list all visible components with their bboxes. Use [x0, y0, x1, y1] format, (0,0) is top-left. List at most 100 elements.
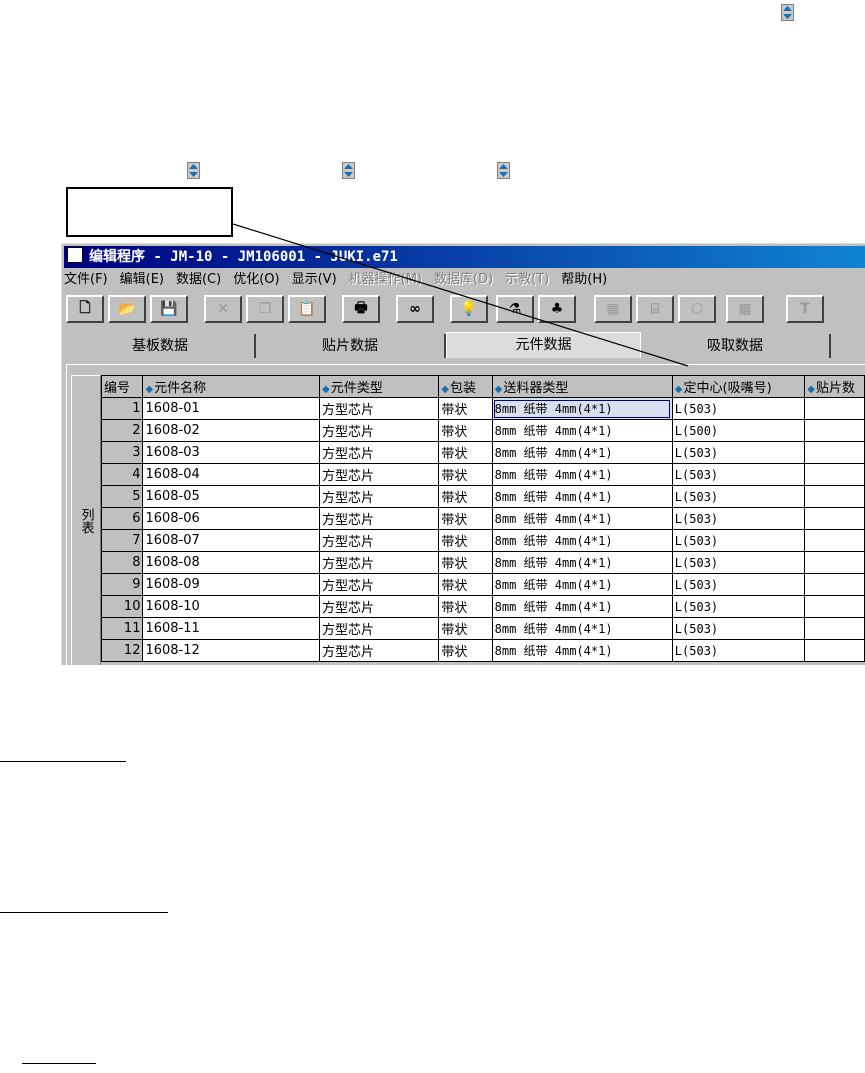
- table-row[interactable]: 4 1608-04 方型芯片 带状 8mm 纸带 4mm(4*1) L(503): [100, 463, 865, 486]
- table-cell[interactable]: 1608-08: [142, 551, 320, 574]
- table-cell[interactable]: 带状: [438, 529, 493, 552]
- table-cell[interactable]: 6: [100, 507, 144, 530]
- table-cell[interactable]: L(503): [671, 507, 806, 530]
- table-cell[interactable]: 12: [100, 639, 144, 662]
- table-row[interactable]: 8 1608-08 方型芯片 带状 8mm 纸带 4mm(4*1) L(503): [100, 551, 865, 574]
- table-cell[interactable]: 9: [100, 573, 144, 596]
- table-cell[interactable]: 2: [100, 419, 144, 442]
- table-cell[interactable]: 方型芯片: [318, 617, 440, 640]
- tab[interactable]: 元件数据: [446, 332, 641, 358]
- table-cell[interactable]: 带状: [438, 397, 493, 420]
- table-cell[interactable]: 带状: [438, 551, 493, 574]
- column-header[interactable]: ◆送料器类型: [491, 375, 673, 398]
- table-cell[interactable]: L(503): [671, 551, 806, 574]
- column-header[interactable]: ◆包装: [438, 375, 493, 398]
- table-row[interactable]: 2 1608-02 方型芯片 带状 8mm 纸带 4mm(4*1) L(500): [100, 419, 865, 442]
- table-cell[interactable]: 方型芯片: [318, 507, 440, 530]
- table-cell[interactable]: 8mm 纸带 4mm(4*1): [491, 639, 673, 662]
- table-cell[interactable]: L(503): [671, 463, 806, 486]
- text-button[interactable]: T: [786, 295, 824, 323]
- table-cell[interactable]: [804, 595, 865, 618]
- tab[interactable]: 贴片数据: [256, 334, 446, 358]
- table-cell[interactable]: 1608-10: [142, 595, 320, 618]
- table-cell[interactable]: 8mm 纸带 4mm(4*1): [491, 397, 673, 420]
- table-cell[interactable]: 带状: [438, 419, 493, 442]
- table-cell[interactable]: 1608-12: [142, 639, 320, 662]
- table-cell[interactable]: 方型芯片: [318, 551, 440, 574]
- table-cell[interactable]: [804, 573, 865, 596]
- new-file-button[interactable]: 🗋: [66, 295, 104, 323]
- table-cell[interactable]: 8mm 纸带 4mm(4*1): [491, 551, 673, 574]
- feeder-button[interactable]: ⌸: [636, 295, 674, 323]
- table-cell[interactable]: [804, 397, 865, 420]
- table-cell[interactable]: [804, 639, 865, 662]
- table-cell[interactable]: 8: [100, 551, 144, 574]
- table-cell[interactable]: [804, 419, 865, 442]
- table-cell[interactable]: 方型芯片: [318, 463, 440, 486]
- table-cell[interactable]: [804, 441, 865, 464]
- menu-item[interactable]: 文件(F): [64, 272, 108, 287]
- table-cell[interactable]: 8mm 纸带 4mm(4*1): [491, 463, 673, 486]
- table-cell[interactable]: L(503): [671, 595, 806, 618]
- menu-item[interactable]: 数据(C): [176, 272, 221, 287]
- table-cell[interactable]: [804, 463, 865, 486]
- table-cell[interactable]: 8mm 纸带 4mm(4*1): [491, 507, 673, 530]
- table-cell[interactable]: 方型芯片: [318, 639, 440, 662]
- table-cell[interactable]: 方型芯片: [318, 419, 440, 442]
- nozzle-button[interactable]: ⚗: [496, 295, 534, 323]
- table-cell[interactable]: 7: [100, 529, 144, 552]
- cut-button[interactable]: ✕: [204, 295, 242, 323]
- table-cell[interactable]: 带状: [438, 485, 493, 508]
- table-cell[interactable]: 8mm 纸带 4mm(4*1): [491, 441, 673, 464]
- machine-button[interactable]: ▩: [726, 295, 764, 323]
- table-row[interactable]: 11 1608-11 方型芯片 带状 8mm 纸带 4mm(4*1) L(503): [100, 617, 865, 640]
- table-cell[interactable]: L(503): [671, 529, 806, 552]
- lightbulb-button[interactable]: 💡: [450, 295, 488, 323]
- table-cell[interactable]: 1608-04: [142, 463, 320, 486]
- table-cell[interactable]: L(503): [671, 485, 806, 508]
- table-cell[interactable]: L(503): [671, 573, 806, 596]
- save-button[interactable]: 💾: [150, 295, 188, 323]
- table-cell[interactable]: [804, 617, 865, 640]
- table-cell[interactable]: 8mm 纸带 4mm(4*1): [491, 617, 673, 640]
- copy-button[interactable]: ❐: [246, 295, 284, 323]
- column-header[interactable]: ◆元件名称: [142, 375, 320, 398]
- table-cell[interactable]: 方型芯片: [318, 529, 440, 552]
- table-cell[interactable]: 1608-09: [142, 573, 320, 596]
- table-cell[interactable]: 1608-02: [142, 419, 320, 442]
- table-cell[interactable]: 1608-01: [142, 397, 320, 420]
- table-cell[interactable]: [804, 507, 865, 530]
- table-row[interactable]: 10 1608-10 方型芯片 带状 8mm 纸带 4mm(4*1) L(503): [100, 595, 865, 618]
- table-cell[interactable]: 1608-11: [142, 617, 320, 640]
- table-row[interactable]: 5 1608-05 方型芯片 带状 8mm 纸带 4mm(4*1) L(503): [100, 485, 865, 508]
- table-cell[interactable]: 1608-05: [142, 485, 320, 508]
- table-row[interactable]: 6 1608-06 方型芯片 带状 8mm 纸带 4mm(4*1) L(503): [100, 507, 865, 530]
- table-row[interactable]: 12 1608-12 方型芯片 带状 8mm 纸带 4mm(4*1) L(503): [100, 639, 865, 662]
- side-tab-list[interactable]: 列表: [71, 375, 101, 665]
- find-button[interactable]: ∞: [396, 295, 434, 323]
- tab[interactable]: 吸取数据: [641, 334, 831, 358]
- table-cell[interactable]: 8mm 纸带 4mm(4*1): [491, 595, 673, 618]
- table-cell[interactable]: 11: [100, 617, 144, 640]
- table-cell[interactable]: 1608-07: [142, 529, 320, 552]
- column-header[interactable]: ◆贴片数: [804, 375, 865, 398]
- table-cell[interactable]: [804, 529, 865, 552]
- table-cell[interactable]: 8mm 纸带 4mm(4*1): [491, 529, 673, 552]
- menu-item[interactable]: 显示(V): [292, 272, 337, 287]
- table-row[interactable]: 7 1608-07 方型芯片 带状 8mm 纸带 4mm(4*1) L(503): [100, 529, 865, 552]
- table-cell[interactable]: 1608-03: [142, 441, 320, 464]
- table-cell[interactable]: L(500): [671, 419, 806, 442]
- table-cell[interactable]: [804, 485, 865, 508]
- table-cell[interactable]: L(503): [671, 397, 806, 420]
- table-cell[interactable]: 带状: [438, 639, 493, 662]
- column-header[interactable]: ◆定中心(吸嘴号): [671, 375, 806, 398]
- table-cell[interactable]: 8mm 纸带 4mm(4*1): [491, 485, 673, 508]
- table-cell[interactable]: 带状: [438, 463, 493, 486]
- table-cell[interactable]: 带状: [438, 573, 493, 596]
- table-cell[interactable]: 带状: [438, 617, 493, 640]
- print-button[interactable]: 🖶: [342, 295, 380, 323]
- table-row[interactable]: 3 1608-03 方型芯片 带状 8mm 纸带 4mm(4*1) L(503): [100, 441, 865, 464]
- tab[interactable]: 基板数据: [66, 334, 256, 358]
- table-cell[interactable]: L(503): [671, 617, 806, 640]
- table-cell[interactable]: 方型芯片: [318, 573, 440, 596]
